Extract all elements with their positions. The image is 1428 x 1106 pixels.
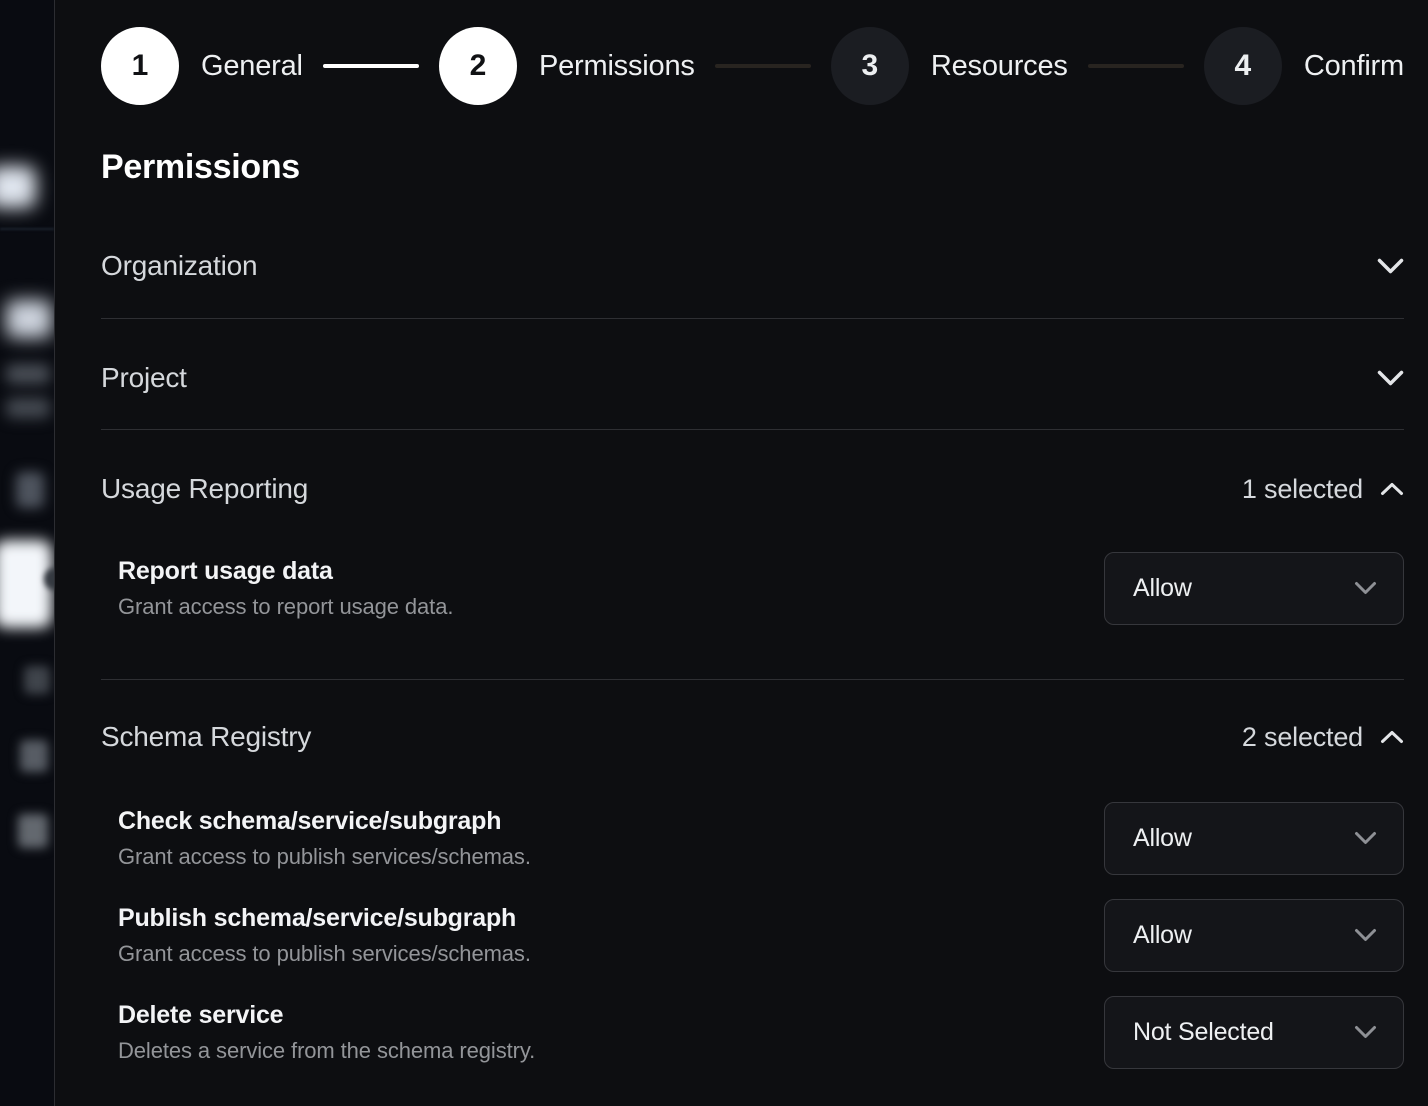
blurred-heading-artifact bbox=[6, 300, 52, 338]
chevron-up-icon[interactable] bbox=[1380, 482, 1404, 496]
step-resources[interactable]: 3 Resources bbox=[831, 27, 1068, 105]
chevron-down-icon bbox=[1354, 831, 1377, 845]
permission-select-report-usage-data[interactable]: Allow bbox=[1104, 552, 1404, 625]
chevron-up-icon[interactable] bbox=[1380, 730, 1404, 744]
app-root: 1 General 2 Permissions 3 Resources 4 Co… bbox=[0, 0, 1428, 1106]
permission-select-publish-schema[interactable]: Allow bbox=[1104, 899, 1404, 972]
selected-count-badge: 1 selected bbox=[1242, 474, 1363, 505]
step-4-label: Confirm bbox=[1304, 50, 1404, 83]
step-2-label: Permissions bbox=[539, 50, 695, 83]
section-organization: Organization bbox=[101, 186, 1404, 319]
blurred-text-artifact bbox=[18, 814, 48, 848]
section-usage-reporting: Usage Reporting 1 selected Report usage … bbox=[101, 430, 1404, 680]
permission-select-check-schema[interactable]: Allow bbox=[1104, 802, 1404, 875]
select-value: Not Selected bbox=[1133, 1018, 1274, 1047]
blurred-logo-artifact bbox=[0, 166, 36, 208]
section-title: Schema Registry bbox=[101, 721, 311, 753]
permission-title: Report usage data bbox=[118, 556, 453, 586]
permission-description: Grant access to publish services/schemas… bbox=[118, 844, 531, 870]
blurred-background-sidebar bbox=[0, 0, 54, 1106]
section-project: Project bbox=[101, 319, 1404, 430]
step-general[interactable]: 1 General bbox=[101, 27, 303, 105]
permission-title: Delete service bbox=[118, 1000, 535, 1030]
chevron-down-icon[interactable] bbox=[1377, 258, 1404, 275]
permission-description: Grant access to report usage data. bbox=[118, 594, 453, 620]
permission-item-report-usage-data: Report usage data Grant access to report… bbox=[101, 551, 1404, 625]
step-2-circle[interactable]: 2 bbox=[439, 27, 517, 105]
section-title: Project bbox=[101, 362, 187, 394]
section-organization-header[interactable]: Organization bbox=[101, 186, 1404, 318]
blurred-icon-artifact bbox=[16, 472, 44, 508]
chevron-down-icon bbox=[1354, 928, 1377, 942]
page-title: Permissions bbox=[101, 148, 1404, 186]
section-usage-reporting-header[interactable]: Usage Reporting 1 selected bbox=[101, 430, 1404, 505]
select-value: Allow bbox=[1133, 574, 1192, 603]
section-schema-registry: Schema Registry 2 selected Check schema/… bbox=[101, 680, 1404, 1097]
chevron-down-icon bbox=[1354, 581, 1377, 595]
section-title: Organization bbox=[101, 250, 257, 282]
blurred-text-artifact bbox=[6, 364, 50, 384]
chevron-down-icon[interactable] bbox=[1377, 370, 1404, 387]
step-connector-upcoming bbox=[1088, 64, 1184, 68]
step-confirm[interactable]: 4 Confirm bbox=[1204, 27, 1404, 105]
blurred-divider-artifact bbox=[0, 228, 54, 230]
blurred-text-artifact bbox=[6, 398, 50, 418]
step-3-circle[interactable]: 3 bbox=[831, 27, 909, 105]
permission-item-check-schema: Check schema/service/subgraph Grant acce… bbox=[101, 801, 1404, 875]
section-items: Report usage data Grant access to report… bbox=[101, 551, 1404, 679]
section-title: Usage Reporting bbox=[101, 473, 308, 505]
blurred-text-artifact bbox=[24, 666, 50, 694]
step-permissions[interactable]: 2 Permissions bbox=[439, 27, 695, 105]
step-1-label: General bbox=[201, 50, 303, 83]
step-connector-upcoming bbox=[715, 64, 811, 68]
permission-select-delete-service[interactable]: Not Selected bbox=[1104, 996, 1404, 1069]
section-project-header[interactable]: Project bbox=[101, 319, 1404, 429]
blurred-text-artifact bbox=[20, 740, 48, 772]
step-connector-complete bbox=[323, 64, 419, 68]
select-value: Allow bbox=[1133, 824, 1192, 853]
step-1-circle[interactable]: 1 bbox=[101, 27, 179, 105]
section-items: Check schema/service/subgraph Grant acce… bbox=[101, 801, 1404, 1097]
chevron-down-icon bbox=[1354, 1025, 1377, 1039]
permission-item-delete-service: Delete service Deletes a service from th… bbox=[101, 995, 1404, 1069]
step-3-label: Resources bbox=[931, 50, 1068, 83]
permission-title: Check schema/service/subgraph bbox=[118, 806, 531, 836]
permission-description: Grant access to publish services/schemas… bbox=[118, 941, 531, 967]
permissions-wizard-panel: 1 General 2 Permissions 3 Resources 4 Co… bbox=[54, 0, 1428, 1106]
select-value: Allow bbox=[1133, 921, 1192, 950]
permission-title: Publish schema/service/subgraph bbox=[118, 903, 531, 933]
wizard-stepper: 1 General 2 Permissions 3 Resources 4 Co… bbox=[101, 27, 1404, 105]
step-4-circle[interactable]: 4 bbox=[1204, 27, 1282, 105]
permission-description: Deletes a service from the schema regist… bbox=[118, 1038, 535, 1064]
section-schema-registry-header[interactable]: Schema Registry 2 selected bbox=[101, 680, 1404, 753]
permission-item-publish-schema: Publish schema/service/subgraph Grant ac… bbox=[101, 898, 1404, 972]
selected-count-badge: 2 selected bbox=[1242, 722, 1363, 753]
